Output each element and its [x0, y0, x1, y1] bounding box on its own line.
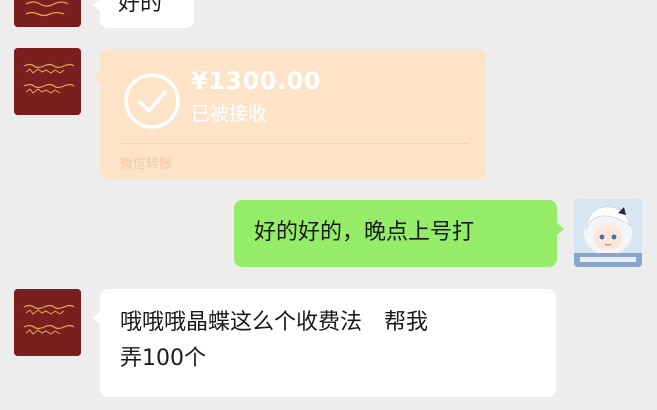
contact-avatar[interactable] — [14, 48, 81, 115]
transfer-footer-label: 微信转账 — [120, 157, 173, 172]
transfer-divider — [118, 143, 468, 144]
message-bubble-outgoing[interactable]: 好的好的，晚点上号打 — [234, 200, 564, 267]
transfer-amount: ¥1300.00 — [191, 67, 322, 95]
message-text: 好的好的，晚点上号打 — [254, 220, 475, 245]
transfer-card[interactable]: ¥1300.00 已被接收 微信转账 — [93, 49, 486, 179]
contact-avatar[interactable] — [14, 289, 81, 356]
avatar-anime-character — [574, 199, 642, 267]
check-circle-icon — [124, 73, 180, 129]
contact-avatar[interactable] — [14, 0, 81, 27]
message-bubble-incoming[interactable]: 哦哦哦晶蝶这么个收费法 帮我弄100个 — [93, 289, 556, 397]
message-text: 哦哦哦晶蝶这么个收费法 帮我弄100个 — [120, 310, 429, 371]
avatar-calligraphy-art — [14, 0, 81, 27]
avatar-calligraphy-art — [14, 289, 81, 356]
message-text: 好的 — [118, 0, 163, 16]
message-bubble-incoming[interactable]: 好的 — [93, 0, 194, 28]
my-avatar[interactable] — [574, 199, 642, 267]
transfer-status: 已被接收 — [191, 103, 268, 125]
avatar-calligraphy-art — [14, 48, 81, 115]
